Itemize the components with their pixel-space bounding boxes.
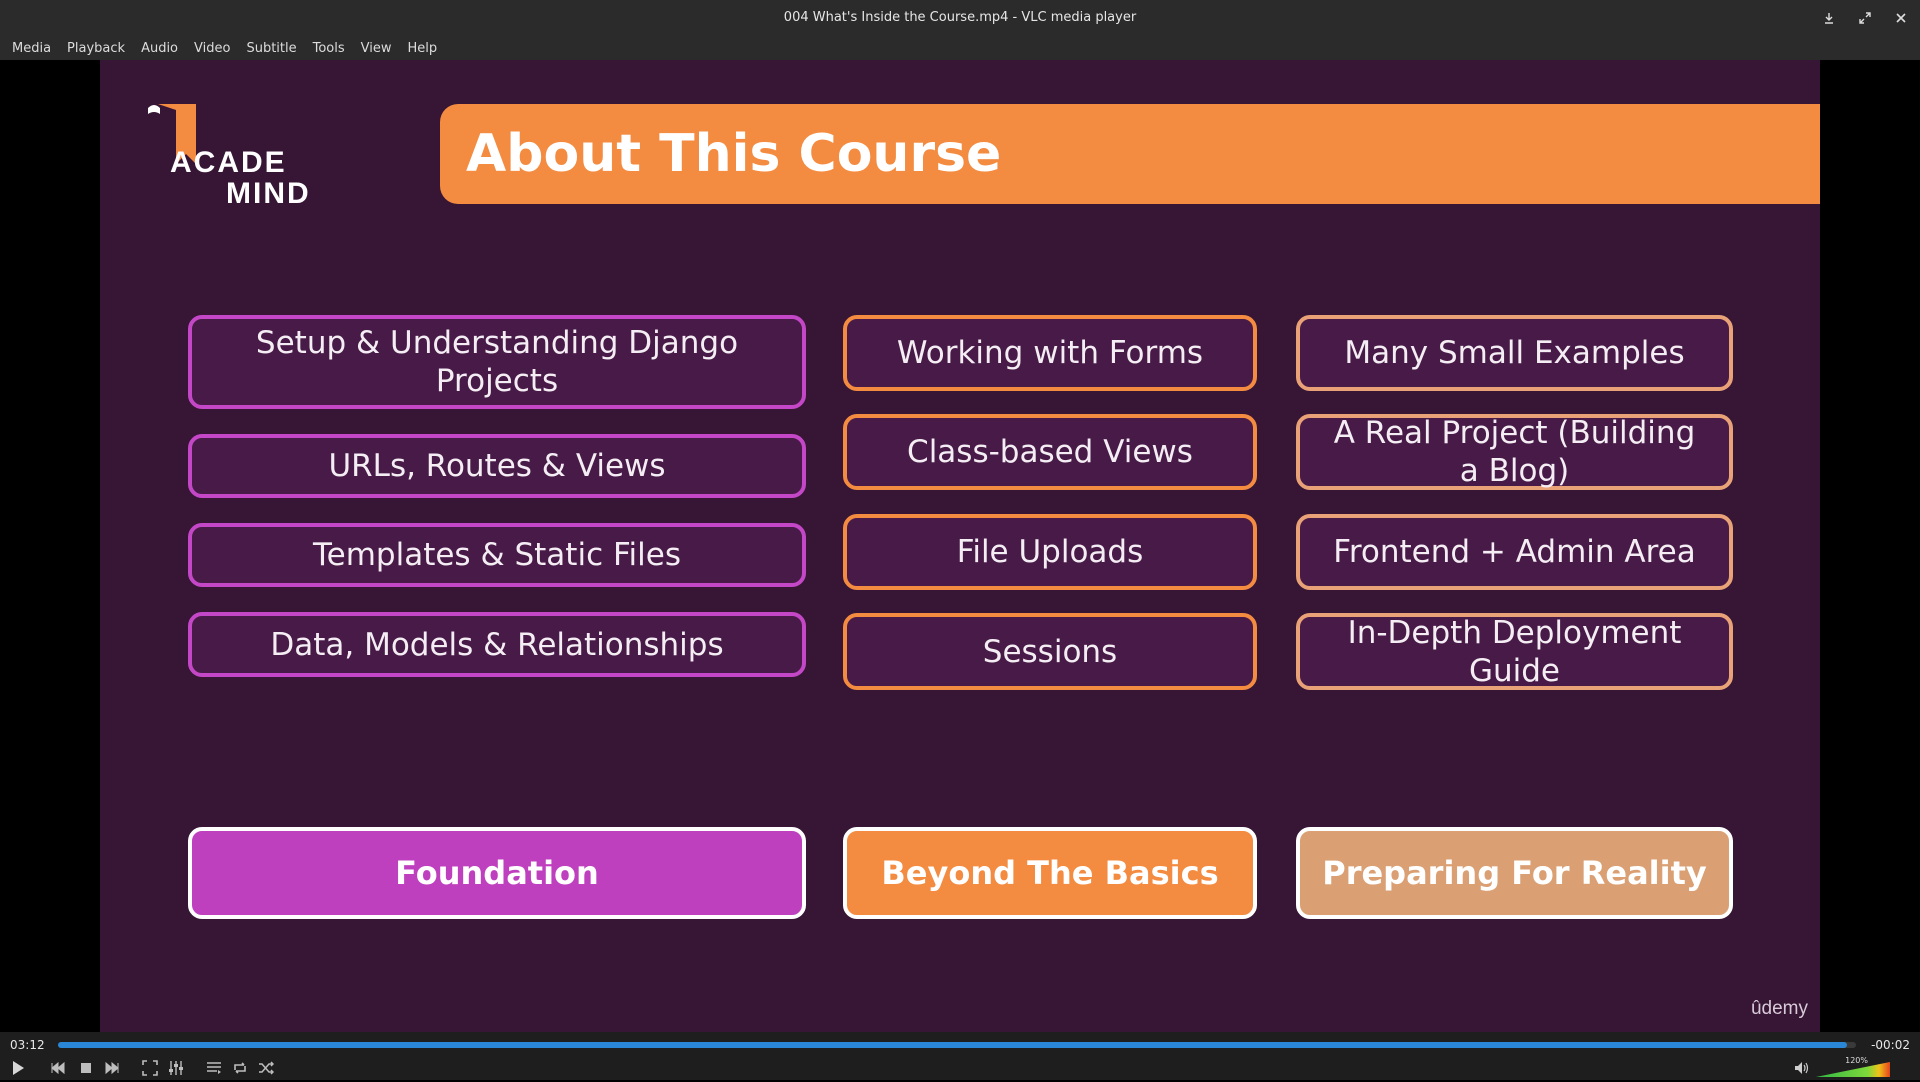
stop-icon — [81, 1063, 91, 1073]
shuffle-icon — [259, 1061, 274, 1075]
volume-slider[interactable] — [1814, 1058, 1910, 1078]
minimize-button[interactable] — [1820, 9, 1838, 27]
academind-logo: ACADE MIND — [148, 104, 338, 214]
close-icon — [1896, 13, 1906, 23]
menu-tools[interactable]: Tools — [305, 41, 353, 56]
slide: ACADE MIND About This Course Setup & Und… — [100, 60, 1820, 1032]
topic-class-views: Class-based Views — [843, 414, 1257, 490]
control-bar: 120% — [0, 1056, 1920, 1080]
volume-bar — [1816, 1062, 1890, 1077]
menu-bar: Media Playback Audio Video Subtitle Tool… — [0, 36, 1920, 60]
restore-icon — [1859, 12, 1871, 24]
restore-button[interactable] — [1856, 9, 1874, 27]
logo-text-line2: MIND — [226, 177, 311, 210]
playlist-button[interactable] — [206, 1060, 222, 1076]
fullscreen-icon — [142, 1060, 158, 1076]
menu-media[interactable]: Media — [4, 41, 59, 56]
previous-icon — [51, 1061, 65, 1075]
menu-help[interactable]: Help — [400, 41, 446, 56]
topic-small-examples: Many Small Examples — [1296, 315, 1733, 391]
logo-text-line1: ACADE — [170, 146, 287, 179]
seek-row: 03:12 -00:02 — [0, 1032, 1920, 1056]
next-icon — [105, 1061, 119, 1075]
seek-slider[interactable] — [58, 1042, 1856, 1048]
equalizer-icon — [169, 1061, 183, 1075]
title-banner: About This Course — [440, 104, 1820, 204]
shuffle-button[interactable] — [258, 1060, 274, 1076]
menu-view[interactable]: View — [353, 41, 400, 56]
title-bar: 004 What's Inside the Course.mp4 - VLC m… — [0, 0, 1920, 36]
topic-urls: URLs, Routes & Views — [188, 434, 806, 498]
playlist-icon — [207, 1062, 221, 1074]
seek-progress — [58, 1042, 1847, 1048]
previous-button[interactable] — [50, 1060, 66, 1076]
play-button[interactable] — [10, 1060, 26, 1076]
speaker-icon — [1795, 1062, 1809, 1074]
topic-data-models: Data, Models & Relationships — [188, 612, 806, 677]
remaining-time[interactable]: -00:02 — [1871, 1032, 1910, 1058]
loop-button[interactable] — [232, 1060, 248, 1076]
menu-audio[interactable]: Audio — [133, 41, 186, 56]
topic-file-uploads: File Uploads — [843, 514, 1257, 590]
category-preparing-reality: Preparing For Reality — [1296, 827, 1733, 919]
topic-real-project: A Real Project (Building a Blog) — [1296, 414, 1733, 490]
video-area[interactable]: ACADE MIND About This Course Setup & Und… — [0, 60, 1920, 1032]
category-foundation: Foundation — [188, 827, 806, 919]
topic-setup: Setup & Understanding Django Projects — [188, 315, 806, 409]
next-button[interactable] — [104, 1060, 120, 1076]
close-button[interactable] — [1892, 9, 1910, 27]
topic-forms: Working with Forms — [843, 315, 1257, 391]
extended-settings-button[interactable] — [168, 1060, 184, 1076]
loop-icon — [234, 1062, 246, 1074]
play-icon — [13, 1061, 24, 1075]
topic-deployment: In-Depth Deployment Guide — [1296, 613, 1733, 690]
minimize-icon — [1825, 13, 1833, 24]
window-title: 004 What's Inside the Course.mp4 - VLC m… — [783, 10, 1137, 25]
fullscreen-button[interactable] — [142, 1060, 158, 1076]
udemy-watermark: ûdemy — [1750, 998, 1808, 1019]
topic-sessions: Sessions — [843, 613, 1257, 690]
mute-button[interactable] — [1794, 1060, 1810, 1076]
stop-button[interactable] — [78, 1060, 94, 1076]
elapsed-time: 03:12 — [10, 1038, 45, 1052]
menu-video[interactable]: Video — [186, 41, 238, 56]
topic-templates: Templates & Static Files — [188, 523, 806, 587]
topic-frontend-admin: Frontend + Admin Area — [1296, 514, 1733, 590]
category-beyond-basics: Beyond The Basics — [843, 827, 1257, 919]
menu-subtitle[interactable]: Subtitle — [238, 41, 304, 56]
menu-playback[interactable]: Playback — [59, 41, 133, 56]
slide-title: About This Course — [466, 124, 1002, 184]
